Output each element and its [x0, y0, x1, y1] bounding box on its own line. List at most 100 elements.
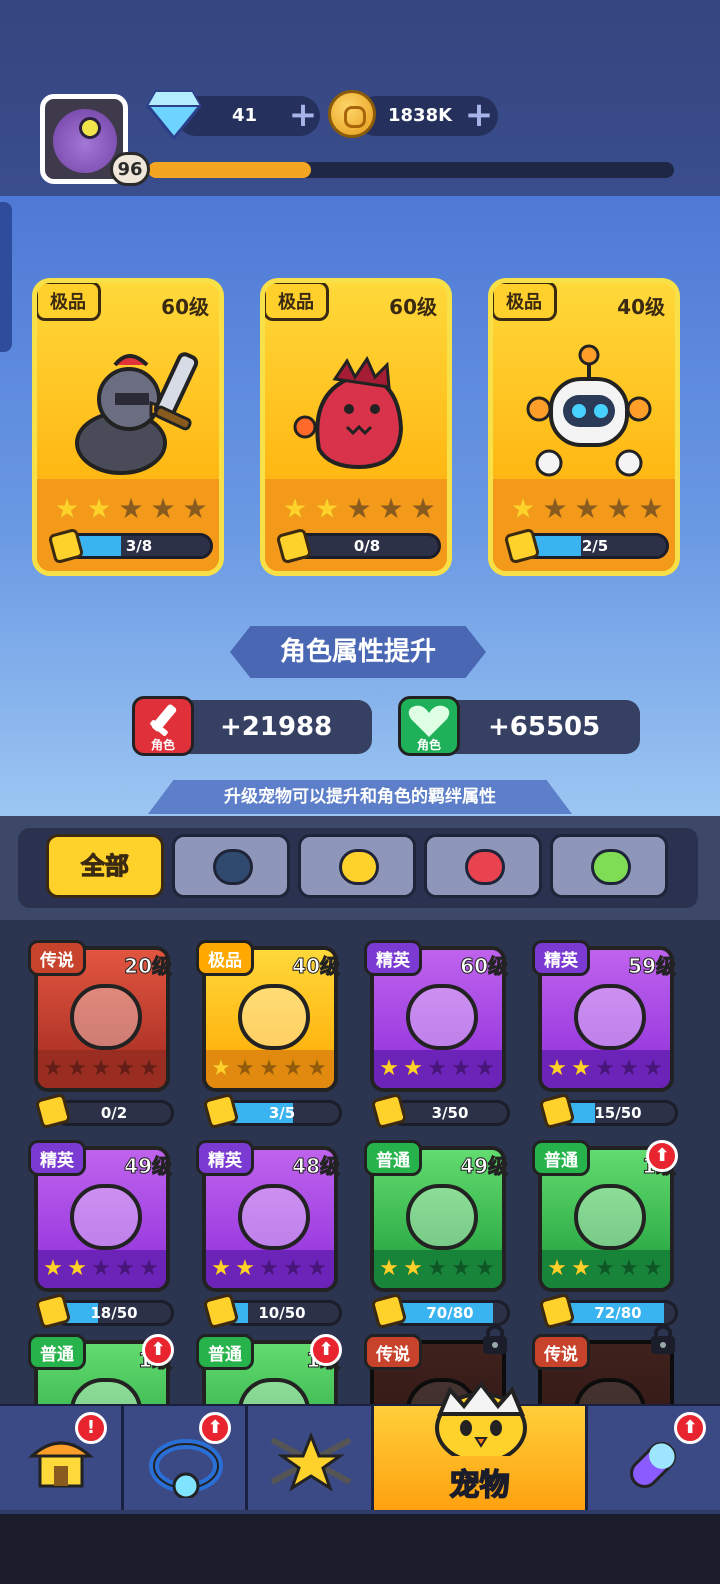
nav-star[interactable] [248, 1406, 374, 1510]
pet-card[interactable]: 普通1级⬆ [196, 1334, 342, 1486]
featured-pet-card-2[interactable]: 极品 60级 ★ ★ ★ ★ ★ 0/8 [260, 278, 452, 576]
progress-text: 3/50 [431, 1104, 469, 1122]
capsule-upgrade-badge: ⬆ [674, 1412, 706, 1444]
star-icon: ★ [643, 1256, 663, 1281]
star-rating: ★ ★ ★ ★ ★ [42, 1258, 160, 1280]
hatching-chick-icon [435, 1380, 527, 1456]
pet-card[interactable]: 极品 40级 ★ ★ ★ ★ ★ 3/5 [196, 940, 342, 1130]
filter-tab-fire[interactable] [424, 834, 542, 898]
rarity-tag: 极品 [265, 283, 329, 321]
star-icon: ★ [619, 1256, 639, 1281]
xp-bar [148, 162, 674, 178]
add-gems-button[interactable]: + [286, 98, 320, 134]
filter-tab-robot[interactable] [172, 834, 290, 898]
star-icon: ★ [571, 1256, 591, 1281]
progress-text: 2/5 [581, 537, 609, 555]
rarity-tag: 精英 [364, 940, 422, 976]
star-icon: ★ [91, 1256, 111, 1281]
lock-icon [483, 1324, 507, 1354]
featured-pet-card-3[interactable]: 极品 40级 ★ ★ ★ ★ ★ 2/5 [488, 278, 680, 576]
star-icon: ★ [235, 1056, 255, 1081]
star-icon: ★ [54, 492, 80, 525]
filter-tab-all[interactable]: 全部 [46, 834, 164, 898]
shop-alert-badge: ! [75, 1412, 107, 1444]
pet-card[interactable]: 精英 49级 ★ ★ ★ ★ ★ 18/50 [28, 1140, 174, 1330]
add-gold-button[interactable]: + [462, 98, 496, 134]
gold-value: 1838K [388, 105, 453, 126]
filter-tab-chick[interactable] [298, 834, 416, 898]
pet-card[interactable]: 传说 20级 ★ ★ ★ ★ ★ 0/2 [28, 940, 174, 1130]
gold-counter: 1838K + [356, 96, 498, 136]
health-bonus-value: +65505 [488, 712, 601, 742]
pet-level: 49级 [460, 1154, 509, 1179]
star-icon: ★ [547, 1256, 567, 1281]
pet-level: 40级 [617, 295, 665, 319]
nav-capsule[interactable]: ⬆ [588, 1406, 720, 1510]
star-icon: ★ [139, 1256, 159, 1281]
progress-text: 3/8 [125, 537, 153, 555]
upgrade-arrow-icon: ⬆ [646, 1140, 678, 1172]
star-icon: ★ [307, 1056, 327, 1081]
rarity-tag: 精英 [532, 940, 590, 976]
shard-progress-bar: 10/50 [222, 1300, 342, 1326]
star-rating: ★ ★ ★ ★ ★ [210, 1258, 328, 1280]
star-icon: ★ [574, 492, 600, 525]
pet-card[interactable]: 普通1级⬆ [28, 1334, 174, 1486]
pet-creature-icon [238, 984, 310, 1050]
pet-card[interactable]: 普通 49级 ★ ★ ★ ★ ★ 70/80 [364, 1140, 510, 1330]
pet-creature-icon [406, 1184, 478, 1250]
star-icon: ★ [379, 1256, 399, 1281]
star-icon: ★ [595, 1056, 615, 1081]
rarity-tag: 极品 [196, 940, 254, 976]
pet-creature-icon [406, 984, 478, 1050]
pet-card[interactable]: 普通1级★★★★★72/80⬆ [532, 1140, 678, 1330]
star-icon: ★ [427, 1056, 447, 1081]
shard-progress-bar: 2/5 [521, 533, 669, 559]
star-icon: ★ [606, 492, 632, 525]
star-rating: ★ ★ ★ ★ ★ [378, 1258, 496, 1280]
nav-shop[interactable]: ! [0, 1406, 124, 1510]
star-icon: ★ [282, 492, 308, 525]
featured-pet-card-1[interactable]: 极品 60级 ★ ★ ★ ★ ★ 3/8 [32, 278, 224, 576]
capsule-icon [630, 1442, 676, 1488]
nav-ring[interactable]: ⬆ [124, 1406, 248, 1510]
pet-card[interactable]: 传说 [532, 1324, 678, 1486]
star-icon: ★ [115, 1056, 135, 1081]
pet-card[interactable]: 精英 59级 ★ ★ ★ ★ ★ 15/50 [532, 940, 678, 1130]
pet-level: 60级 [389, 295, 437, 319]
star-rating: ★ ★ ★ ★ ★ [42, 1058, 160, 1080]
star-icon: ★ [67, 1056, 87, 1081]
pet-card[interactable]: 精英 48级 ★ ★ ★ ★ ★ 10/50 [196, 1140, 342, 1330]
star-icon: ★ [643, 1056, 663, 1081]
rarity-tag: 传说 [532, 1334, 590, 1370]
star-icon: ★ [283, 1056, 303, 1081]
pet-level: 20级 [124, 954, 173, 979]
star-icon: ★ [571, 1056, 591, 1081]
star-rating: ★ ★ ★ ★ ★ [378, 1058, 496, 1080]
pet-level: 40级 [292, 954, 341, 979]
star-icon: ★ [235, 1256, 255, 1281]
star-icon: ★ [378, 492, 404, 525]
plant-filter-icon [591, 849, 631, 885]
fire-filter-icon [465, 849, 505, 885]
star-icon: ★ [283, 1256, 303, 1281]
filter-tab-plant[interactable] [550, 834, 668, 898]
star-icon: ★ [259, 1056, 279, 1081]
star-icon: ★ [427, 1256, 447, 1281]
star-icon: ★ [43, 1056, 63, 1081]
pet-card[interactable]: 精英 60级 ★ ★ ★ ★ ★ 3/50 [364, 940, 510, 1130]
nav-pet[interactable]: 宠物 [374, 1380, 588, 1510]
progress-text: 15/50 [594, 1104, 642, 1122]
system-bar [0, 1514, 720, 1584]
side-drawer-tab[interactable] [0, 202, 12, 352]
star-rating: ★ ★ ★ ★ ★ [546, 1258, 664, 1280]
pet-level: 60级 [161, 295, 209, 319]
avatar-eye [79, 117, 101, 139]
star-icon: ★ [451, 1056, 471, 1081]
rarity-tag: 精英 [28, 1140, 86, 1176]
star-icon: ★ [211, 1256, 231, 1281]
pet-creature-icon [238, 1184, 310, 1250]
shard-progress-bar: 3/50 [390, 1100, 510, 1126]
lock-icon [651, 1324, 675, 1354]
star-icon: ★ [211, 1056, 231, 1081]
